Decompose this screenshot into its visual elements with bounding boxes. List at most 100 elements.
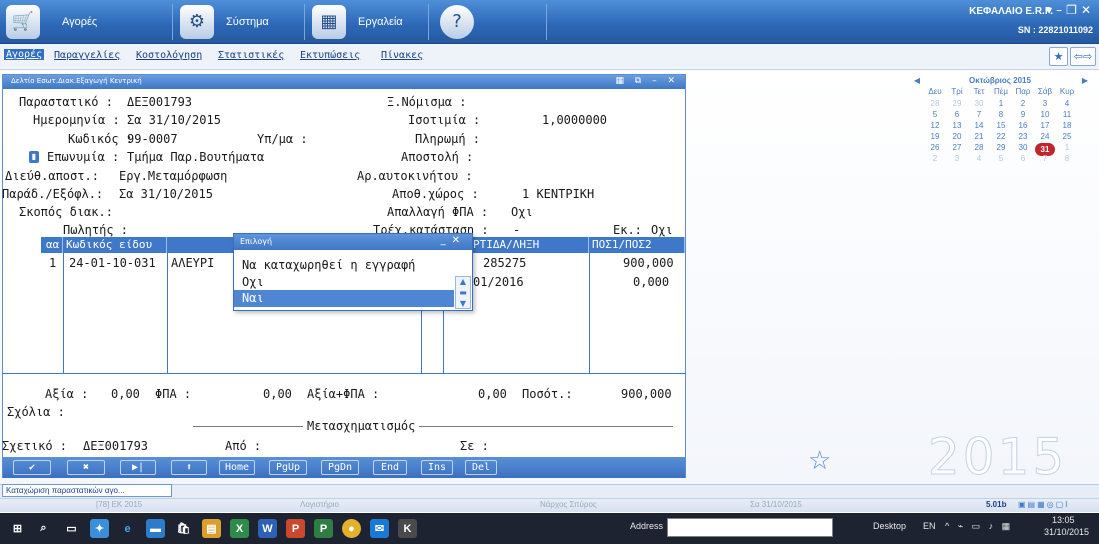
menu-tables[interactable]: Πίνακες bbox=[381, 50, 423, 61]
dialog-controls[interactable]: _✕ bbox=[441, 235, 466, 246]
calendar-day[interactable]: 30 bbox=[968, 99, 990, 108]
menu-statistics[interactable]: Στατιστικές bbox=[218, 50, 284, 61]
calendar-day[interactable]: 14 bbox=[968, 121, 990, 130]
calendar-day[interactable]: 19 bbox=[924, 132, 946, 141]
calendar-day[interactable]: 17 bbox=[1034, 121, 1056, 130]
end-button[interactable]: End bbox=[373, 460, 407, 475]
calendar-day[interactable]: 8 bbox=[1056, 154, 1078, 163]
col-qty[interactable]: ΠΟΣ1/ΠΟΣ2 bbox=[589, 237, 685, 253]
calendar-day[interactable]: 1 bbox=[1056, 143, 1078, 152]
option-no[interactable]: Οχι bbox=[242, 275, 264, 289]
calendar-day[interactable]: 10 bbox=[1034, 110, 1056, 119]
back-forward-icon[interactable]: ⇦⇨ bbox=[1070, 47, 1096, 66]
ribbon-purchases-button[interactable]: 🛒 Αγορές bbox=[2, 2, 172, 41]
scroll-down-icon[interactable]: ▼ bbox=[460, 299, 466, 308]
calendar-day[interactable]: 4 bbox=[1056, 99, 1078, 108]
minimize-icon[interactable]: – bbox=[1056, 3, 1066, 17]
publisher-icon[interactable]: P bbox=[314, 519, 333, 538]
language-label[interactable]: EN bbox=[923, 521, 936, 531]
menu-prints[interactable]: Εκτυπώσεις bbox=[300, 50, 360, 61]
calendar-day[interactable]: 13 bbox=[946, 121, 968, 130]
col-aa[interactable]: αα bbox=[43, 237, 63, 253]
calendar-day[interactable]: 18 bbox=[1056, 121, 1078, 130]
calendar-day[interactable]: 2 bbox=[1012, 99, 1034, 108]
scroll-thumb-icon[interactable]: ▬ bbox=[459, 288, 467, 297]
lookup-icon[interactable]: ▮ bbox=[29, 151, 39, 163]
search-icon[interactable]: ⌕ bbox=[34, 519, 53, 538]
calendar-day[interactable]: 3 bbox=[946, 154, 968, 163]
calendar-day[interactable]: 11 bbox=[1056, 110, 1078, 119]
up-button[interactable]: ⬆ bbox=[171, 460, 207, 475]
pgup-button[interactable]: PgUp bbox=[269, 460, 307, 475]
next-month-icon[interactable]: ▶ bbox=[1078, 76, 1092, 85]
calendar-day[interactable]: 5 bbox=[924, 110, 946, 119]
dropdown-icon[interactable]: ▾ bbox=[1046, 3, 1056, 17]
cancel-button[interactable]: ✖ bbox=[67, 460, 105, 475]
ins-button[interactable]: Ins bbox=[421, 460, 453, 475]
calendar-day[interactable]: 12 bbox=[924, 121, 946, 130]
open-task-button[interactable]: Καταχώριση παραστατικών αγο... bbox=[2, 484, 172, 497]
delivery-value[interactable]: Σα 31/10/2015 bbox=[119, 187, 213, 201]
address-input[interactable] bbox=[667, 518, 833, 537]
rate-value[interactable]: 1,0000000 bbox=[542, 113, 607, 127]
calendar-day[interactable]: 7 bbox=[968, 110, 990, 119]
calendar-day[interactable]: 6 bbox=[1012, 154, 1034, 163]
option-yes[interactable]: Ναι bbox=[242, 291, 264, 305]
calendar-day[interactable]: 27 bbox=[946, 143, 968, 152]
warehouse-value[interactable]: 1 ΚΕΝΤΡΙΚΗ bbox=[522, 187, 594, 201]
star-icon[interactable]: ☆ bbox=[808, 446, 831, 476]
task-view-icon[interactable]: ▭ bbox=[62, 519, 81, 538]
pgdn-button[interactable]: PgDn bbox=[321, 460, 359, 475]
parastatiko-value[interactable]: ΔΕΞ001793 bbox=[127, 95, 192, 109]
calendar-day[interactable]: 16 bbox=[1012, 121, 1034, 130]
calendar-day[interactable]: 23 bbox=[1012, 132, 1034, 141]
date-value[interactable]: Σα 31/10/2015 bbox=[127, 113, 221, 127]
calendar-day[interactable]: 4 bbox=[968, 154, 990, 163]
code-value[interactable]: 99-0007 bbox=[127, 132, 178, 146]
last-button[interactable]: ▶| bbox=[120, 460, 156, 475]
calendar-day[interactable]: 28 bbox=[924, 99, 946, 108]
menu-purchases[interactable]: Αγορές bbox=[4, 49, 45, 60]
calendar-day[interactable]: 2 bbox=[924, 154, 946, 163]
calendar-day[interactable]: 25 bbox=[1056, 132, 1078, 141]
del-button[interactable]: Del bbox=[465, 460, 497, 475]
favorite-star-icon[interactable]: ★ bbox=[1049, 47, 1068, 66]
calendar-day[interactable]: 28 bbox=[968, 143, 990, 152]
calendar-day[interactable]: 24 bbox=[1034, 132, 1056, 141]
prev-month-icon[interactable]: ◀ bbox=[910, 76, 924, 85]
calendar-day[interactable]: 9 bbox=[1012, 110, 1034, 119]
calendar-day[interactable]: 3 bbox=[1034, 99, 1056, 108]
confirm-button[interactable]: ✔ bbox=[13, 460, 51, 475]
calendar-day[interactable]: 7 bbox=[1034, 154, 1056, 163]
menu-costing[interactable]: Κοστολόγηση bbox=[136, 50, 202, 61]
word-icon[interactable]: W bbox=[258, 519, 277, 538]
calendar-day[interactable]: 29 bbox=[990, 143, 1012, 152]
option-yes-row[interactable]: Ναι bbox=[234, 290, 454, 307]
home-button[interactable]: Home bbox=[219, 460, 255, 475]
close-icon[interactable]: ✕ bbox=[452, 235, 466, 246]
mail-icon[interactable]: ✉ bbox=[370, 519, 389, 538]
calendar-day[interactable]: 21 bbox=[968, 132, 990, 141]
calendar-day[interactable]: 22 bbox=[990, 132, 1012, 141]
edge-icon[interactable]: e bbox=[118, 519, 137, 538]
desktop-icon[interactable]: ▬ bbox=[146, 519, 165, 538]
window-controls[interactable]: ▾–❐✕ bbox=[1046, 3, 1095, 17]
col-code[interactable]: Κωδικός είδου bbox=[63, 237, 167, 253]
ribbon-help-button[interactable]: ? bbox=[436, 2, 496, 41]
restore-icon[interactable]: ❐ bbox=[1066, 3, 1081, 17]
start-icon[interactable]: ⊞ bbox=[8, 519, 27, 538]
document-window-controls[interactable]: ▦ ⧉ – ✕ bbox=[615, 76, 679, 86]
address-value[interactable]: Εργ.Μεταμόρφωση bbox=[119, 169, 227, 183]
ribbon-tools-button[interactable]: ▦ Εργαλεία bbox=[308, 2, 428, 41]
store-icon[interactable]: 🛍 bbox=[174, 519, 193, 538]
calendar-day[interactable]: 26 bbox=[924, 143, 946, 152]
calendar-day[interactable]: 15 bbox=[990, 121, 1012, 130]
name-value[interactable]: Τμήμα Παρ.Βουτήματα bbox=[127, 150, 264, 164]
related-value[interactable]: ΔΕΞ001793 bbox=[83, 439, 148, 453]
calendar-day[interactable]: 30 bbox=[1012, 143, 1034, 152]
desktop-label[interactable]: Desktop bbox=[873, 521, 906, 531]
calendar-day[interactable]: 8 bbox=[990, 110, 1012, 119]
excel-icon[interactable]: X bbox=[230, 519, 249, 538]
explorer-icon[interactable]: ▤ bbox=[202, 519, 221, 538]
dialog-scrollbar[interactable]: ▲ ▬ ▼ bbox=[455, 276, 471, 309]
